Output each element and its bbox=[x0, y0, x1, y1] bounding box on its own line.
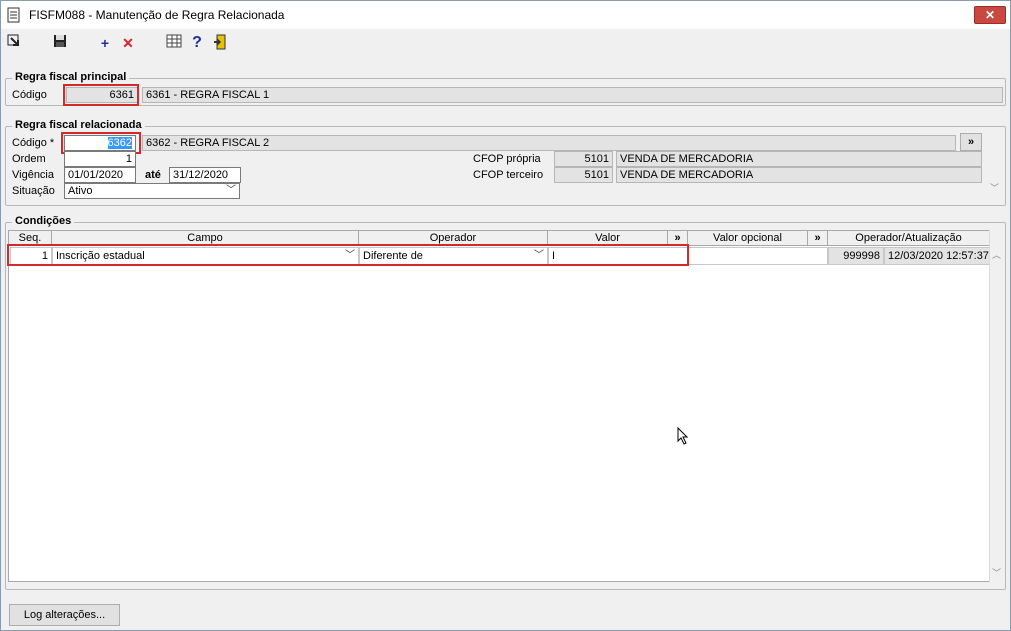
grid-icon[interactable] bbox=[165, 34, 183, 52]
col-header-operador-atualizacao[interactable]: Operador/Atualização bbox=[828, 231, 990, 246]
log-alteracoes-button[interactable]: Log alterações... bbox=[9, 604, 120, 626]
condicoes-title: Condições bbox=[12, 215, 75, 227]
main-window: FISFM088 - Manutenção de Regra Relaciona… bbox=[0, 0, 1011, 631]
scroll-down-icon[interactable]: ﹀ bbox=[990, 181, 999, 194]
title-bar: FISFM088 - Manutenção de Regra Relaciona… bbox=[1, 1, 1010, 29]
cfop-propria-label: CFOP própria bbox=[473, 153, 541, 165]
relacionada-descricao: 6362 - REGRA FISCAL 2 bbox=[142, 135, 956, 151]
valor-opcional-lookup-button[interactable]: » bbox=[808, 231, 828, 246]
principal-title: Regra fiscal principal bbox=[12, 71, 130, 83]
ordem-label: Ordem bbox=[12, 153, 46, 165]
condicoes-grid: Seq. Campo Operador Valor » Valor opcion… bbox=[8, 230, 990, 582]
row-highlight bbox=[7, 244, 689, 266]
relacionada-codigo-label: Código * bbox=[12, 137, 55, 149]
situacao-label: Situação bbox=[12, 185, 55, 197]
add-icon[interactable]: + bbox=[96, 34, 114, 52]
save-icon[interactable] bbox=[51, 34, 69, 52]
delete-icon[interactable]: ✕ bbox=[119, 34, 137, 52]
scroll-down-icon[interactable]: ﹀ bbox=[992, 566, 1001, 579]
vigencia-inicio-field[interactable]: 01/01/2020 bbox=[64, 167, 136, 183]
mouse-cursor-icon bbox=[677, 426, 689, 448]
cell-atualizacao: 12/03/2020 12:57:37 bbox=[884, 247, 990, 265]
cfop-propria-code: 5101 bbox=[554, 151, 613, 167]
chevron-down-icon: ﹀ bbox=[226, 185, 236, 196]
help-icon[interactable]: ? bbox=[188, 34, 206, 52]
relacionada-lookup-button[interactable]: » bbox=[960, 133, 982, 151]
cell-operador-id: 999998 bbox=[828, 247, 884, 265]
grid-vertical-scrollbar[interactable]: ︿ ﹀ bbox=[989, 230, 1003, 582]
principal-codigo-label: Código bbox=[12, 89, 47, 101]
cfop-terceiro-desc: VENDA DE MERCADORIA bbox=[616, 167, 982, 183]
cell-valor-opcional[interactable] bbox=[688, 247, 828, 265]
principal-descricao: 6361 - REGRA FISCAL 1 bbox=[142, 87, 1003, 103]
export-icon[interactable] bbox=[5, 34, 23, 52]
situacao-value: Ativo bbox=[68, 185, 93, 197]
cfop-terceiro-label: CFOP terceiro bbox=[473, 169, 544, 181]
principal-highlight bbox=[63, 84, 139, 106]
situacao-select[interactable]: Ativo ﹀ bbox=[64, 183, 240, 199]
relacionada-title: Regra fiscal relacionada bbox=[12, 119, 145, 131]
window-title: FISFM088 - Manutenção de Regra Relaciona… bbox=[29, 8, 285, 22]
vigencia-fim-field[interactable]: 31/12/2020 bbox=[169, 167, 241, 183]
cfop-terceiro-code: 5101 bbox=[554, 167, 613, 183]
ordem-field[interactable]: 1 bbox=[64, 151, 136, 167]
scroll-up-icon[interactable]: ︿ bbox=[992, 248, 1001, 261]
cfop-propria-desc: VENDA DE MERCADORIA bbox=[616, 151, 982, 167]
ate-label: até bbox=[145, 169, 161, 181]
exit-icon[interactable] bbox=[211, 34, 229, 52]
vigencia-label: Vigência bbox=[12, 169, 54, 181]
close-button[interactable]: ✕ bbox=[974, 6, 1006, 24]
toolbar: + ✕ ? bbox=[1, 29, 1010, 57]
document-icon bbox=[7, 7, 23, 23]
col-header-valor-opcional[interactable]: Valor opcional bbox=[688, 231, 808, 246]
